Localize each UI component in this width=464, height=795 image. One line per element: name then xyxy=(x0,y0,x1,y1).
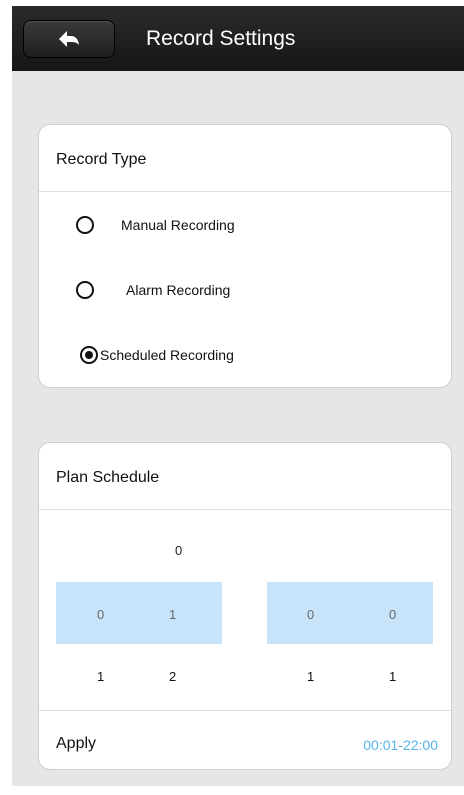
record-settings-screen: Record Settings Record Type Manual Recor… xyxy=(0,0,464,795)
hour-picker[interactable]: 0 0 1 0 0 1 2 1 1 xyxy=(39,443,451,769)
apply-button[interactable]: Apply xyxy=(56,735,96,753)
alarm-recording-radio[interactable] xyxy=(76,281,94,299)
end-time-selection[interactable] xyxy=(267,582,433,644)
arrow-left-icon xyxy=(59,31,79,47)
scheduled-recording-radio[interactable] xyxy=(80,346,98,364)
alarm-recording-option[interactable]: Alarm Recording xyxy=(39,270,451,310)
start-hour-tens: 0 xyxy=(97,607,105,622)
radio-selected-dot xyxy=(85,351,93,359)
end-tens-next: 1 xyxy=(307,669,315,684)
manual-recording-option[interactable]: Manual Recording xyxy=(39,205,451,245)
record-type-card: Record Type Manual Recording Alarm Recor… xyxy=(38,124,452,388)
end-hour-ones: 0 xyxy=(389,607,397,622)
start-time-selection[interactable] xyxy=(56,582,222,644)
hour-digit-top: 0 xyxy=(175,543,183,558)
plan-schedule-card: Plan Schedule 0 0 1 0 0 1 2 1 1 Apply 00… xyxy=(38,442,452,770)
alarm-recording-label: Alarm Recording xyxy=(126,282,231,298)
end-hour-tens: 0 xyxy=(307,607,315,622)
schedule-time-range: 00:01-22:00 xyxy=(363,737,438,753)
record-type-title: Record Type xyxy=(56,151,147,168)
back-button[interactable] xyxy=(23,20,115,58)
scheduled-recording-option[interactable]: Scheduled Recording xyxy=(39,335,451,375)
record-type-divider xyxy=(39,191,451,192)
page-title: Record Settings xyxy=(146,27,296,50)
scheduled-recording-label: Scheduled Recording xyxy=(100,347,234,363)
end-ones-next: 1 xyxy=(389,669,397,684)
manual-recording-radio[interactable] xyxy=(76,216,94,234)
start-ones-next: 2 xyxy=(169,669,177,684)
top-bar: Record Settings xyxy=(12,6,464,71)
manual-recording-label: Manual Recording xyxy=(121,217,235,233)
start-hour-ones: 1 xyxy=(169,607,177,622)
start-tens-next: 1 xyxy=(97,669,105,684)
apply-divider xyxy=(39,710,451,711)
